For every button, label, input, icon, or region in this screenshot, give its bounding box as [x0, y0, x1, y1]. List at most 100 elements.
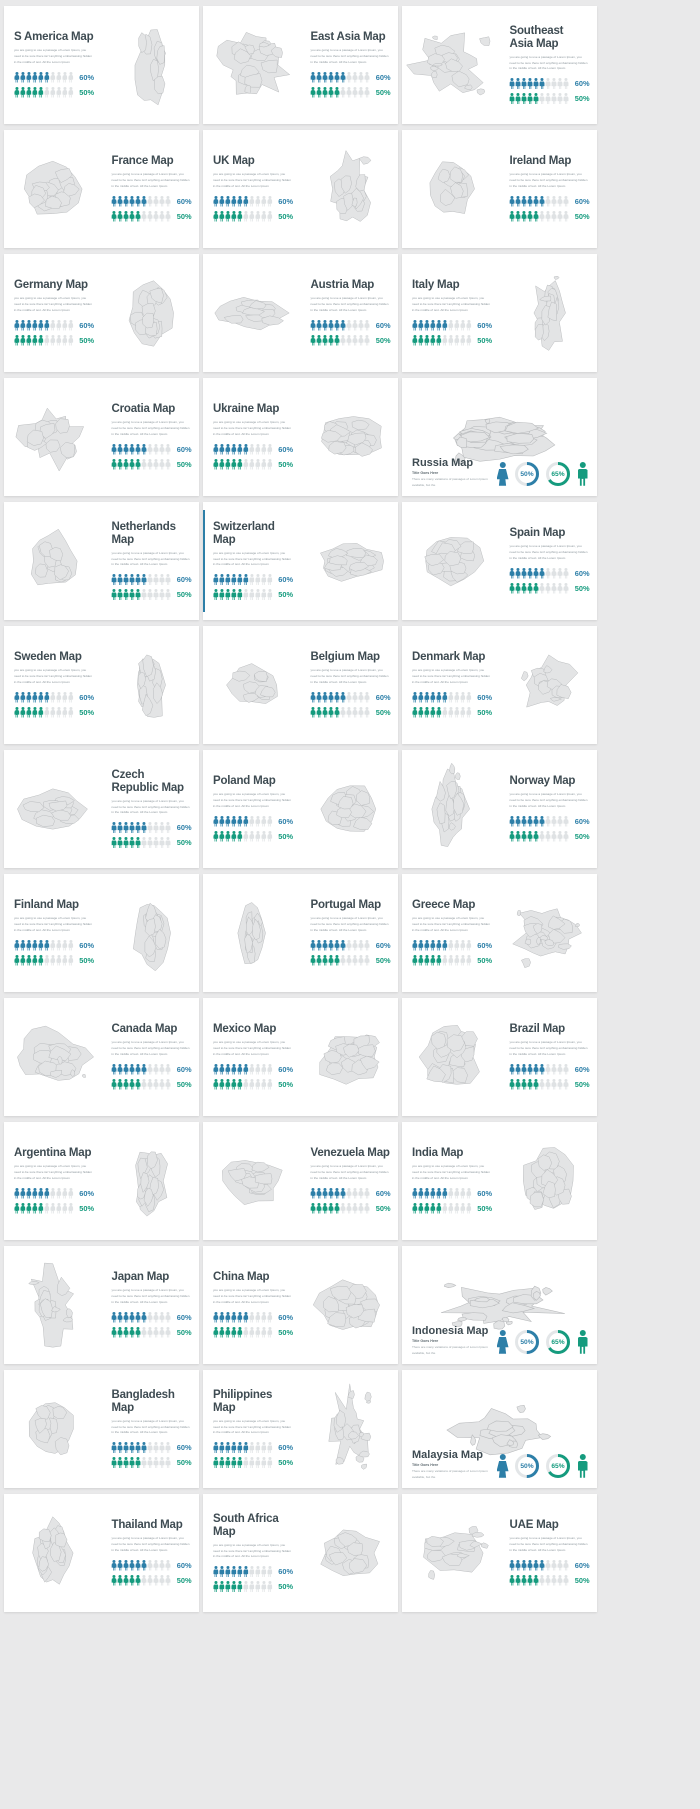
map-card-east-asia[interactable]: East Asia Map you are going to use a pass… [203, 6, 398, 124]
pictogram-icons [509, 567, 569, 579]
map-graphic-spain [402, 502, 500, 620]
map-card-china[interactable]: China Map you are going to use a passage … [203, 1246, 398, 1364]
person-icon [135, 1559, 141, 1571]
map-card-canada[interactable]: Canada Map you are going to use a passage… [4, 998, 199, 1116]
person-icon [26, 71, 32, 83]
map-card-czech[interactable]: Czech Republic Map you are going to use a… [4, 750, 199, 868]
person-icon [147, 836, 153, 848]
person-icon [111, 1441, 117, 1453]
pictogram-icons [310, 319, 370, 331]
person-icon [515, 830, 521, 842]
person-icon [219, 573, 225, 585]
person-icon [20, 71, 26, 83]
person-icon [521, 1063, 527, 1075]
map-card-s-america[interactable]: S America Map you are going to use a pass… [4, 6, 199, 124]
map-card-netherlands[interactable]: Netherlands Map you are going to use a pa… [4, 502, 199, 620]
map-card-finland[interactable]: Finland Map you are going to use a passag… [4, 874, 199, 992]
person-icon [243, 210, 249, 222]
person-icon [225, 573, 231, 585]
map-card-malaysia[interactable]: Malaysia Map Title Goes Here There are man… [402, 1370, 597, 1488]
person-icon [557, 195, 563, 207]
map-graphic-norway [402, 750, 500, 868]
map-card-mexico[interactable]: Mexico Map you are going to use a passage… [203, 998, 398, 1116]
person-icon [26, 691, 32, 703]
map-card-sweden[interactable]: Sweden Map you are going to use a passage… [4, 626, 199, 744]
map-card-france[interactable]: France Map you are going to use a passage… [4, 130, 199, 248]
map-card-croatia[interactable]: Croatia Map you are going to use a passag… [4, 378, 199, 496]
map-card-uk[interactable]: UK Map you are going to use a passage of … [203, 130, 398, 248]
person-icon [68, 954, 74, 966]
map-card-spain[interactable]: Spain Map you are going to use a passage … [402, 502, 597, 620]
map-card-argentina[interactable]: Argentina Map you are going to use a pass… [4, 1122, 199, 1240]
person-icon [418, 1202, 424, 1214]
person-icon [436, 319, 442, 331]
pictogram-row-green: 50% [509, 830, 590, 842]
map-card-bangladesh[interactable]: Bangladesh Map you are going to use a pas… [4, 1370, 199, 1488]
pictogram-icons [412, 691, 472, 703]
map-card-austria[interactable]: Austria Map you are going to use a passag… [203, 254, 398, 372]
person-icon [123, 1311, 129, 1323]
map-card-japan[interactable]: Japan Map you are going to use a passage … [4, 1246, 199, 1364]
map-card-south-africa[interactable]: South Africa Map you are going to use a p… [203, 1494, 398, 1612]
map-card-southeast-asia[interactable]: Southeast Asia Map you are going to use a… [402, 6, 597, 124]
person-icon [527, 567, 533, 579]
person-icon [346, 319, 352, 331]
person-icon [533, 1559, 539, 1571]
card-title: India Map [412, 1147, 464, 1160]
person-icon [32, 319, 38, 331]
map-card-brazil[interactable]: Brazil Map you are going to use a passage… [402, 998, 597, 1116]
map-card-portugal[interactable]: Portugal Map you are going to use a passa… [203, 874, 398, 992]
person-icon [26, 706, 32, 718]
person-icon [219, 1078, 225, 1090]
person-icon [322, 691, 328, 703]
map-card-germany[interactable]: Germany Map you are going to use a passag… [4, 254, 199, 372]
person-icon [26, 86, 32, 98]
person-icon [123, 1559, 129, 1571]
map-card-russia[interactable]: Russia Map Title Goes Here There are many … [402, 378, 597, 496]
stat-percent-green: 50% [375, 955, 391, 965]
person-icon [424, 1187, 430, 1199]
person-icon [129, 210, 135, 222]
person-icon [521, 567, 527, 579]
person-icon [261, 573, 267, 585]
pictogram-row-blue: 60% [213, 1063, 293, 1075]
person-icon [237, 1063, 243, 1075]
person-icon [20, 1187, 26, 1199]
person-icon [159, 588, 165, 600]
map-card-indonesia[interactable]: Indonesia Map Title Goes Here There are ma… [402, 1246, 597, 1364]
map-card-uae[interactable]: UAE Map you are going to use a passage of… [402, 1494, 597, 1612]
map-card-poland[interactable]: Poland Map you are going to use a passage… [203, 750, 398, 868]
map-card-ireland[interactable]: Ireland Map you are going to use a passag… [402, 130, 597, 248]
person-icon [129, 836, 135, 848]
map-card-belgium[interactable]: Belgium Map you are going to use a passag… [203, 626, 398, 744]
map-graphic-croatia [4, 378, 102, 496]
card-description: you are going to use a passage of Lorem … [111, 1288, 190, 1304]
pictogram-icons [310, 86, 370, 98]
map-card-denmark[interactable]: Denmark Map you are going to use a passag… [402, 626, 597, 744]
person-icon [346, 706, 352, 718]
map-card-thailand[interactable]: Thailand Map you are going to use a passa… [4, 1494, 199, 1612]
pictogram-icons [412, 939, 472, 951]
map-card-italy[interactable]: Italy Map you are going to use a passage … [402, 254, 597, 372]
person-icon [111, 1063, 117, 1075]
map-card-norway[interactable]: Norway Map you are going to use a passage… [402, 750, 597, 868]
map-card-grid: S America Map you are going to use a pass… [0, 0, 700, 1618]
map-card-philippines[interactable]: Philippines Map you are going to use a pa… [203, 1370, 398, 1488]
stat-percent-blue: 60% [79, 320, 95, 330]
pictogram-row-green: 50% [14, 954, 94, 966]
pictogram-icons [509, 1078, 569, 1090]
map-card-india[interactable]: India Map you are going to use a passage … [402, 1122, 597, 1240]
card-title: Denmark Map [412, 651, 486, 664]
pictogram-icons [111, 1063, 171, 1075]
map-card-ukraine[interactable]: Ukraine Map you are going to use a passag… [203, 378, 398, 496]
map-card-venezuela[interactable]: Venezuela Map you are going to use a pass… [203, 1122, 398, 1240]
person-icon [460, 1187, 466, 1199]
person-icon [448, 691, 454, 703]
person-icon [20, 319, 26, 331]
stat-percent-blue: 60% [79, 692, 95, 702]
person-icon [237, 1580, 243, 1592]
person-icon [310, 954, 316, 966]
map-card-switzerland[interactable]: Switzerland Map you are going to use a pa… [203, 502, 398, 620]
person-icon [539, 582, 545, 594]
map-card-greece[interactable]: Greece Map you are going to use a passage… [402, 874, 597, 992]
